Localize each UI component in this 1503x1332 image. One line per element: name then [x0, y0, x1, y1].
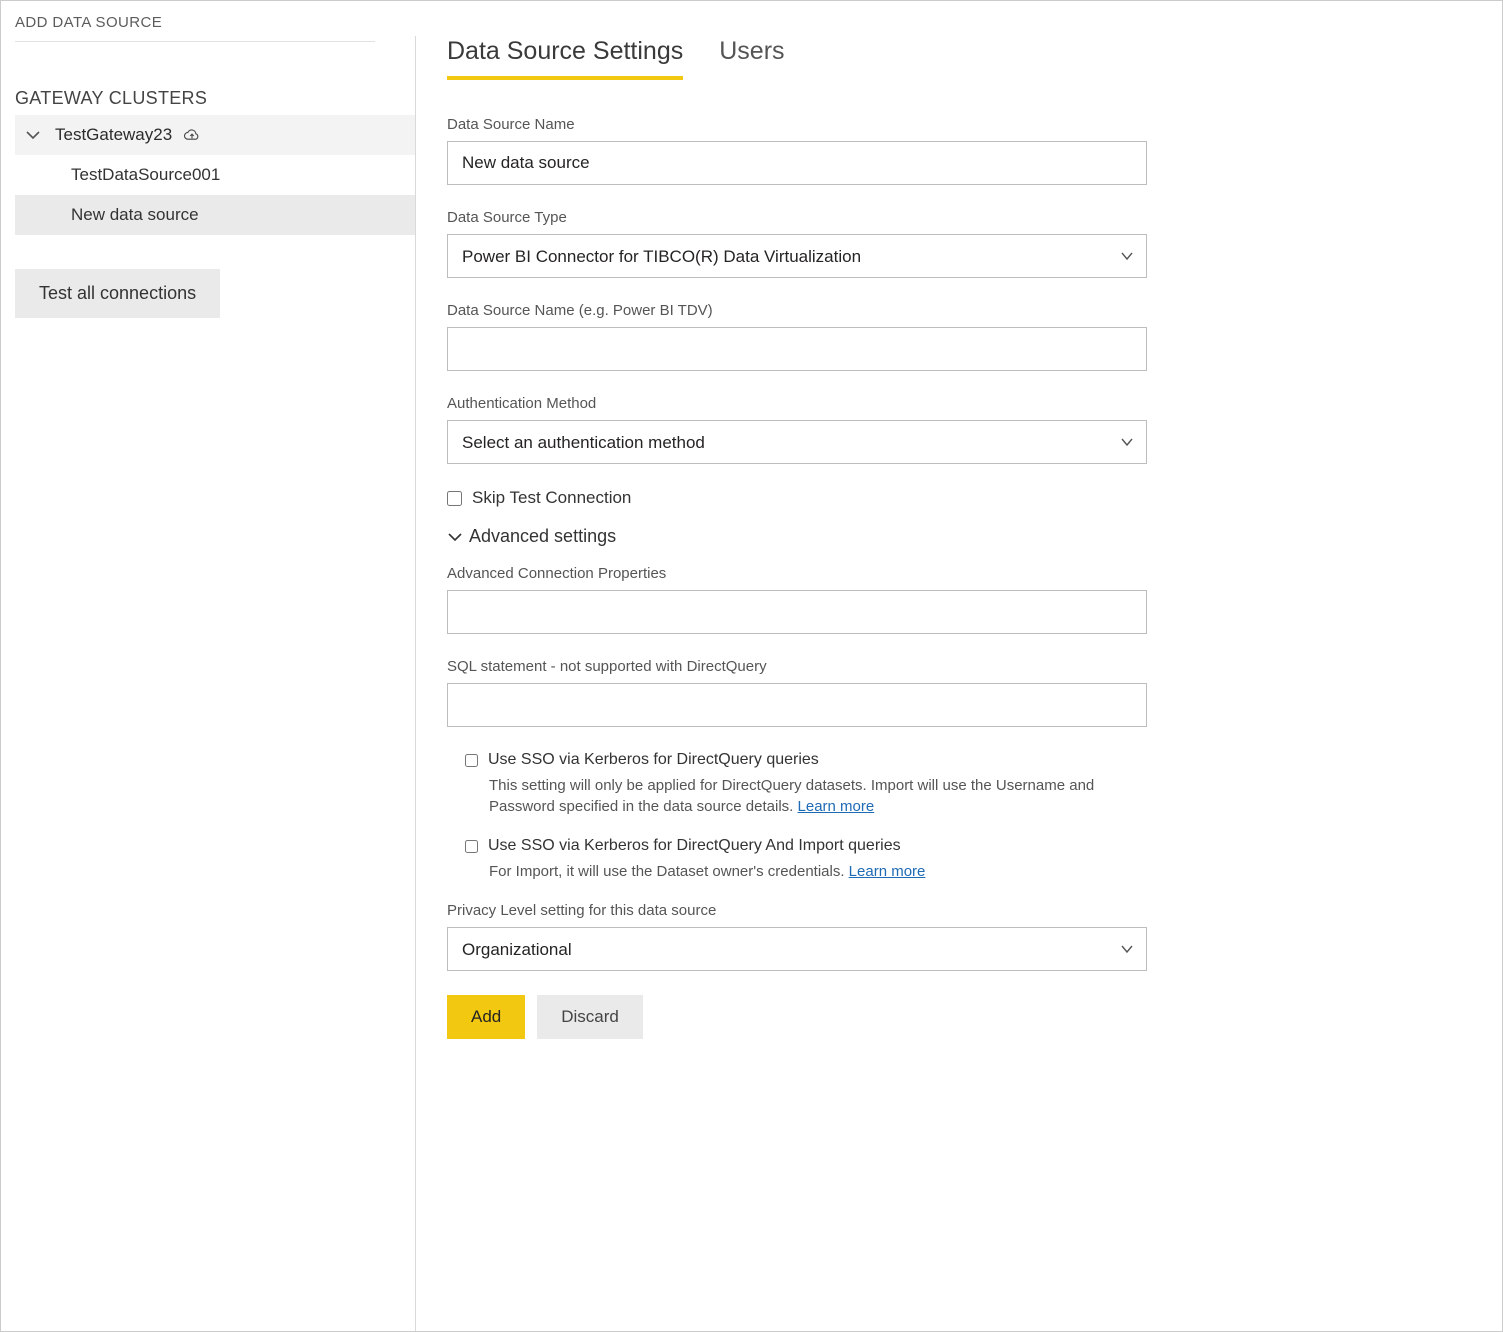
sso-kerberos-directquery-import-description: For Import, it will use the Dataset owne…	[489, 861, 1147, 882]
label-authentication-method: Authentication Method	[447, 395, 1147, 412]
data-source-type-select[interactable]: Power BI Connector for TIBCO(R) Data Vir…	[447, 234, 1147, 278]
label-data-source-type: Data Source Type	[447, 209, 1147, 226]
main-panel: Data Source Settings Users Data Source N…	[447, 37, 1147, 1039]
discard-button[interactable]: Discard	[537, 995, 643, 1039]
label-sso-kerberos-directquery: Use SSO via Kerberos for DirectQuery que…	[488, 751, 819, 769]
gateway-item-label: TestGateway23	[55, 125, 172, 145]
label-skip-test-connection: Skip Test Connection	[472, 488, 631, 508]
data-source-name-example-input[interactable]	[447, 327, 1147, 371]
advanced-settings-toggle[interactable]: Advanced settings	[447, 526, 1147, 547]
sidebar: ADD DATA SOURCE GATEWAY CLUSTERS TestGat…	[15, 14, 415, 318]
vertical-divider	[415, 36, 416, 1331]
gateway-clusters-heading: GATEWAY CLUSTERS	[15, 88, 415, 109]
skip-test-connection-checkbox[interactable]	[447, 491, 462, 506]
label-sql-statement: SQL statement - not supported with Direc…	[447, 658, 1147, 675]
datasource-item-new-data-source[interactable]: New data source	[15, 195, 415, 235]
learn-more-link[interactable]: Learn more	[798, 798, 875, 815]
label-data-source-name: Data Source Name	[447, 116, 1147, 133]
sso-kerberos-directquery-checkbox[interactable]	[465, 754, 478, 767]
label-sso-kerberos-directquery-import: Use SSO via Kerberos for DirectQuery And…	[488, 837, 901, 855]
data-source-name-input[interactable]	[447, 141, 1147, 185]
tab-data-source-settings[interactable]: Data Source Settings	[447, 37, 683, 80]
label-privacy-level: Privacy Level setting for this data sour…	[447, 902, 1147, 919]
privacy-level-select[interactable]: Organizational	[447, 927, 1147, 971]
label-advanced-connection-properties: Advanced Connection Properties	[447, 565, 1147, 582]
chevron-down-icon	[447, 529, 463, 545]
sql-statement-input[interactable]	[447, 683, 1147, 727]
sso-kerberos-directquery-description: This setting will only be applied for Di…	[489, 775, 1147, 817]
advanced-connection-properties-input[interactable]	[447, 590, 1147, 634]
label-data-source-name-example: Data Source Name (e.g. Power BI TDV)	[447, 302, 1147, 319]
gateway-item-testgateway23[interactable]: TestGateway23	[15, 115, 415, 155]
chevron-down-icon	[25, 127, 41, 143]
tab-users[interactable]: Users	[719, 37, 784, 76]
add-button[interactable]: Add	[447, 995, 525, 1039]
add-data-source-title: ADD DATA SOURCE	[15, 14, 375, 42]
advanced-settings-label: Advanced settings	[469, 526, 616, 547]
datasource-item-label: TestDataSource001	[71, 165, 220, 185]
test-all-connections-button[interactable]: Test all connections	[15, 269, 220, 318]
cloud-icon	[182, 125, 202, 145]
learn-more-link[interactable]: Learn more	[849, 863, 926, 880]
datasource-item-testdatasource001[interactable]: TestDataSource001	[15, 155, 415, 195]
authentication-method-select[interactable]: Select an authentication method	[447, 420, 1147, 464]
datasource-item-label: New data source	[71, 205, 199, 225]
sso-kerberos-directquery-import-checkbox[interactable]	[465, 840, 478, 853]
tabs: Data Source Settings Users	[447, 37, 1147, 80]
